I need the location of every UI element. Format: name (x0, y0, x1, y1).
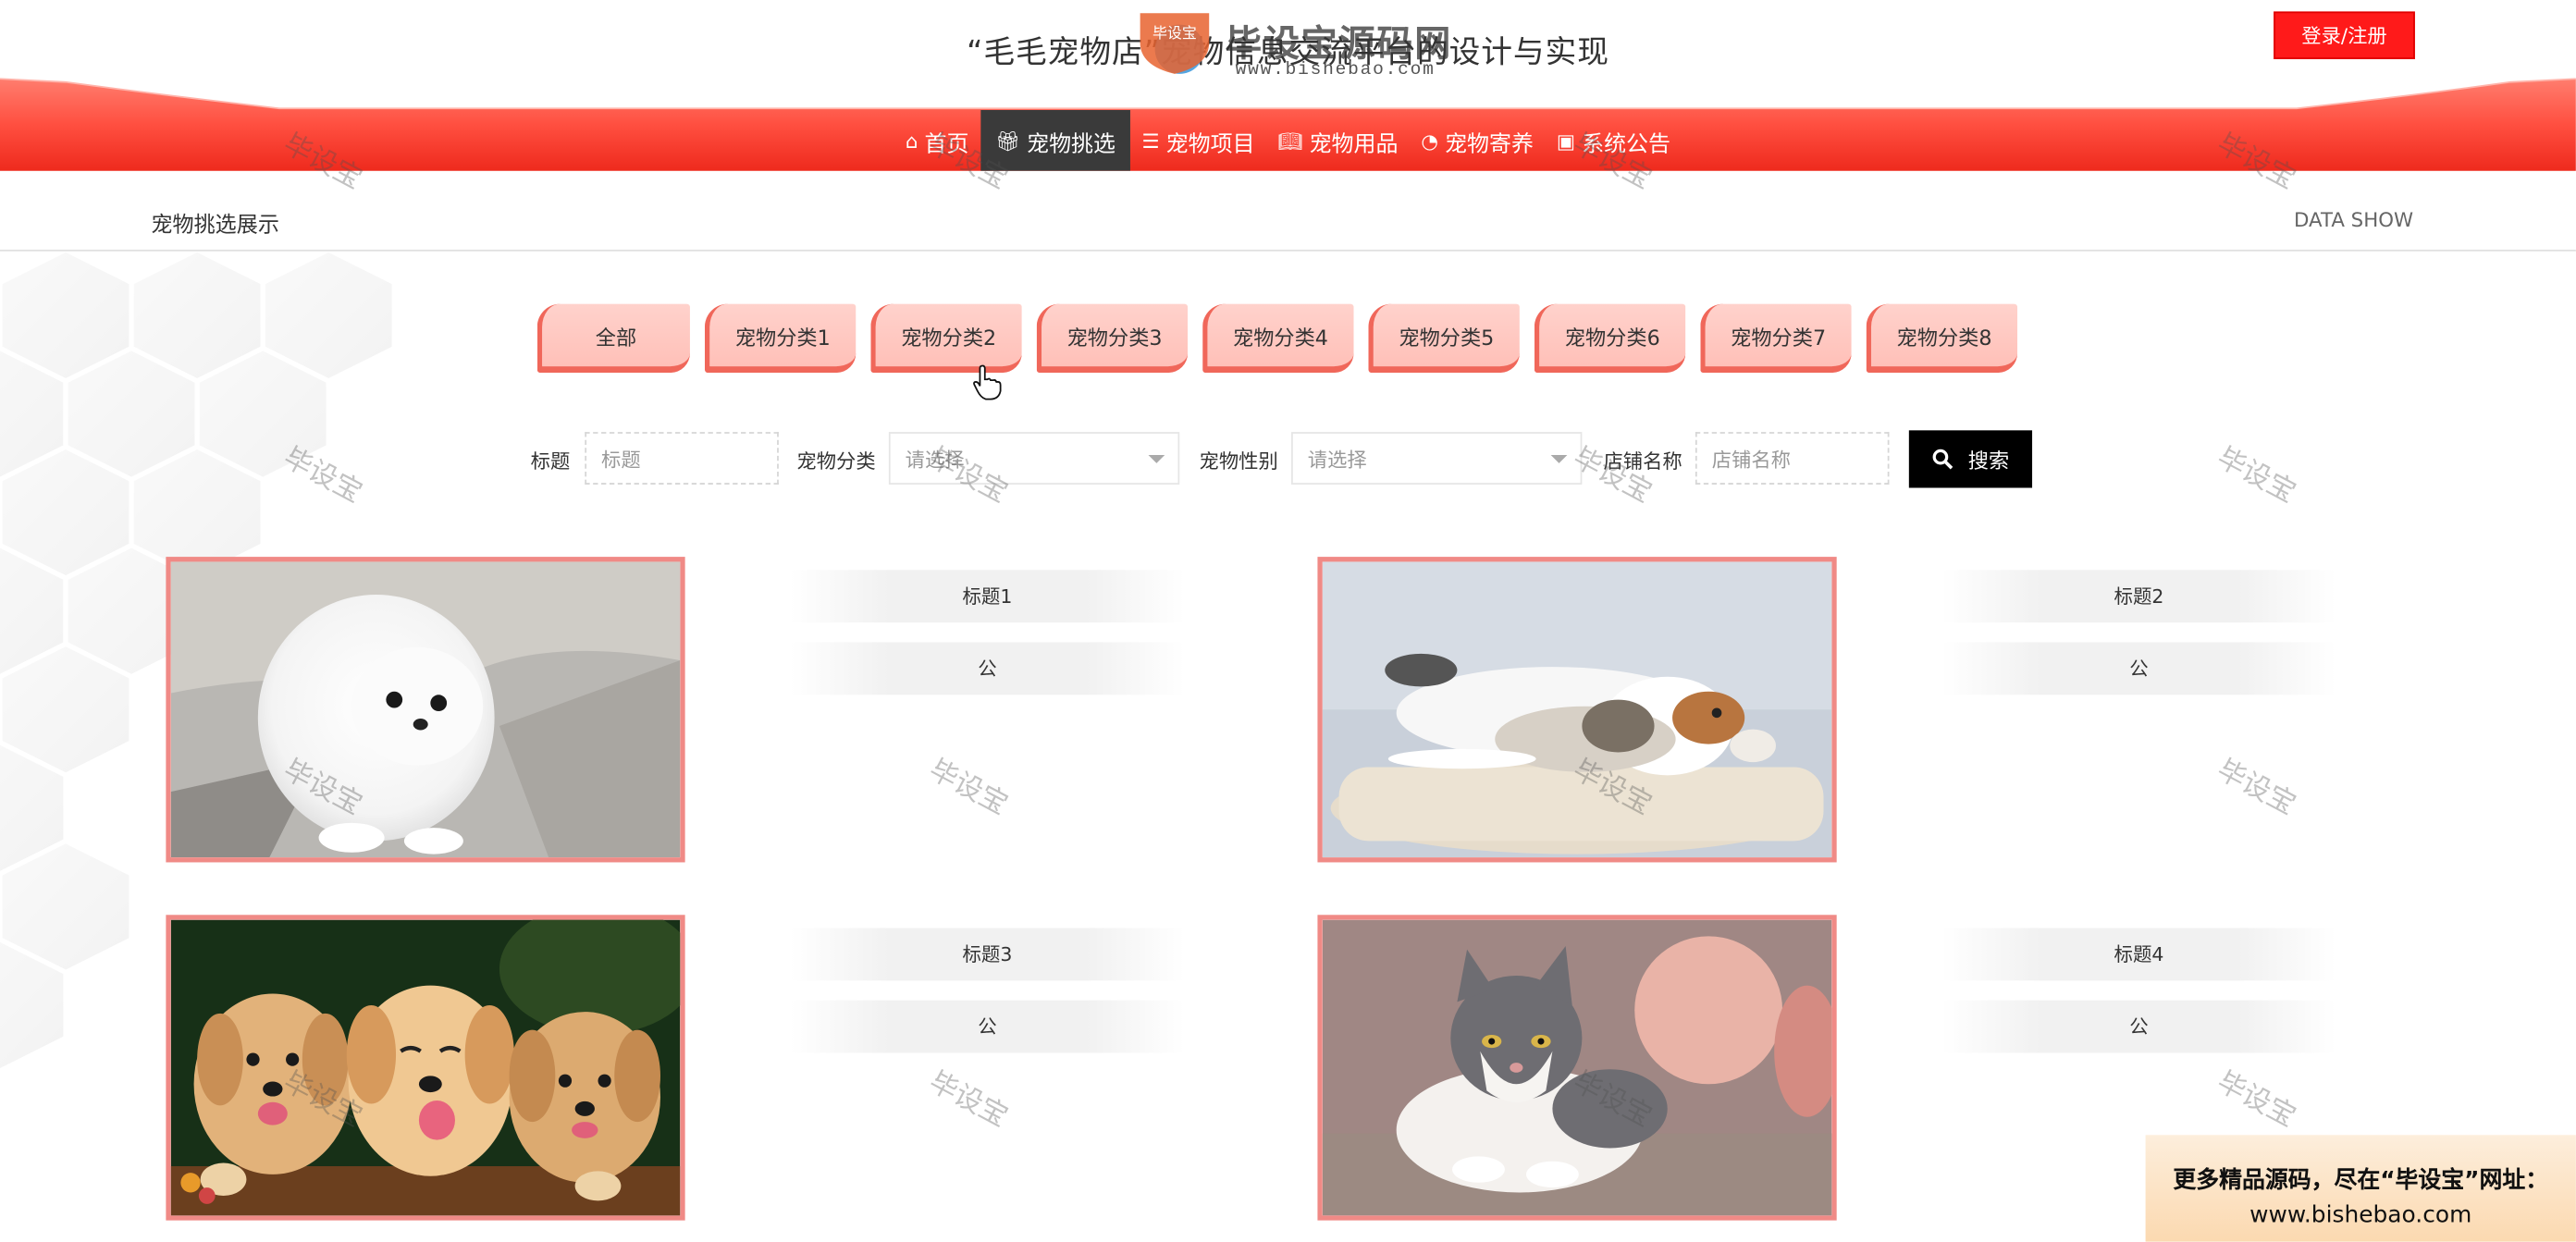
title-input[interactable]: 标题 (585, 432, 779, 485)
nav-item-label: 宠物寄养 (1445, 130, 1534, 157)
category-label: 宠物分类 (796, 449, 876, 473)
pet-card-title: 标题1 (790, 570, 1185, 623)
watermark-brand: 毕设宝源码网 (1225, 24, 1453, 67)
tab-category-5[interactable]: 宠物分类5 (1368, 303, 1520, 374)
nav-item-home[interactable]: ⌂ 首页 (894, 110, 980, 171)
book-icon: 📖︎ (1277, 129, 1303, 153)
shop-name-input[interactable]: 店铺名称 (1695, 432, 1890, 485)
tab-category-4[interactable]: 宠物分类4 (1202, 303, 1354, 374)
tab-category-2[interactable]: 宠物分类2 (870, 303, 1022, 374)
section-title: 宠物挑选展示 (151, 213, 279, 239)
tab-category-8[interactable]: 宠物分类8 (1866, 303, 2018, 374)
news-icon: ▣ (1556, 129, 1576, 153)
promo-url: www.bishebao.com (2249, 1202, 2472, 1229)
search-bar: 标题 标题 宠物分类 请选择 宠物性别 请选择 店铺名称 店铺名称 搜索 (530, 430, 2059, 488)
pet-image-golden-puppies[interactable] (166, 915, 685, 1221)
category-select[interactable]: 请选择 (888, 432, 1180, 485)
nav-item-pet-projects[interactable]: ☰ 宠物项目 (1130, 110, 1266, 171)
gender-select[interactable]: 请选择 (1291, 432, 1583, 485)
pet-image-cat-and-dog[interactable] (1317, 557, 1837, 863)
title-label: 标题 (530, 449, 571, 473)
login-register-button[interactable]: 登录/注册 (2274, 11, 2415, 59)
pet-image-grey-white-cat[interactable] (1317, 915, 1837, 1221)
nav-item-announcements[interactable]: ▣ 系统公告 (1545, 110, 1682, 171)
promo-banner[interactable]: 更多精品源码，尽在“毕设宝”网址： www.bishebao.com (2145, 1135, 2576, 1242)
tab-category-3[interactable]: 宠物分类3 (1036, 303, 1189, 374)
home-icon: ⌂ (905, 129, 918, 153)
search-button[interactable]: 搜索 (1908, 430, 2033, 488)
pet-image-white-pomeranian[interactable] (166, 557, 685, 863)
svg-text:毕设宝: 毕设宝 (1152, 24, 1197, 42)
pet-card: 标题2 公 (1317, 557, 2467, 863)
category-tabs: 全部 宠物分类1 宠物分类2 宠物分类3 宠物分类4 宠物分类5 宠物分类6 宠… (536, 303, 2018, 374)
page: “毛毛宠物店”宠物信息交流平台的设计与实现 毕设宝 毕设宝源码网 www.bis… (0, 0, 2576, 1242)
section-subtitle: DATA SHOW (2293, 208, 2414, 232)
nav-item-pet-supplies[interactable]: 📖︎ 宠物用品 (1266, 110, 1410, 171)
section-header: 宠物挑选展示 DATA SHOW (0, 174, 2576, 252)
hand-pointer-cursor-icon (973, 364, 1002, 400)
nav-item-label: 宠物挑选 (1027, 130, 1115, 157)
promo-text: 更多精品源码，尽在“毕设宝”网址： (2173, 1167, 2549, 1195)
sliders-icon: ☰ (1141, 129, 1160, 153)
pet-card-title: 标题4 (1941, 928, 2336, 981)
pet-card: 标题3 公 (166, 915, 1315, 1221)
shop-name-label: 店铺名称 (1603, 449, 1682, 473)
nav-item-label: 宠物项目 (1165, 130, 1255, 157)
tab-category-7[interactable]: 宠物分类7 (1700, 303, 1852, 374)
pet-card-gender: 公 (1941, 1000, 2336, 1053)
nav-item-pet-selection[interactable]: 🎁︎ 宠物挑选 (980, 109, 1130, 171)
pet-card-gender: 公 (790, 1000, 1185, 1053)
search-button-label: 搜索 (1967, 448, 2010, 473)
pet-card-title: 标题2 (1941, 570, 2336, 623)
nav-item-pet-boarding[interactable]: ◔ 宠物寄养 (1410, 110, 1546, 171)
watermark-logo: 毕设宝 毕设宝源码网 www.bishebao.com (1134, 10, 1496, 82)
chevron-down-icon (1550, 454, 1568, 463)
gender-select-value: 请选择 (1307, 447, 1367, 471)
pet-card-gender: 公 (790, 642, 1185, 695)
chevron-down-icon (1148, 454, 1165, 463)
nav-item-label: 首页 (924, 130, 969, 157)
nav-item-label: 宠物用品 (1309, 130, 1399, 157)
tab-category-6[interactable]: 宠物分类6 (1534, 303, 1686, 374)
main-nav: ⌂ 首页 🎁︎ 宠物挑选 ☰ 宠物项目 📖︎ 宠物用品 ◔ 宠物寄养 ▣ 系统公… (0, 109, 2576, 171)
tab-category-1[interactable]: 宠物分类1 (704, 303, 857, 374)
pet-card-title: 标题3 (790, 928, 1185, 981)
tab-all[interactable]: 全部 (536, 303, 690, 374)
nav-item-label: 系统公告 (1582, 130, 1671, 157)
gift-icon: 🎁︎ (994, 129, 1020, 153)
watermark-text: 毕设宝 (2211, 441, 2301, 510)
gender-label: 宠物性别 (1199, 449, 1278, 473)
category-select-value: 请选择 (905, 447, 965, 471)
pet-card-gender: 公 (1941, 642, 2336, 695)
shield-logo-icon: 毕设宝 (1140, 13, 1210, 74)
search-icon (1932, 449, 1954, 470)
pet-card: 标题1 公 (166, 557, 1315, 863)
palette-icon: ◔ (1421, 129, 1438, 153)
